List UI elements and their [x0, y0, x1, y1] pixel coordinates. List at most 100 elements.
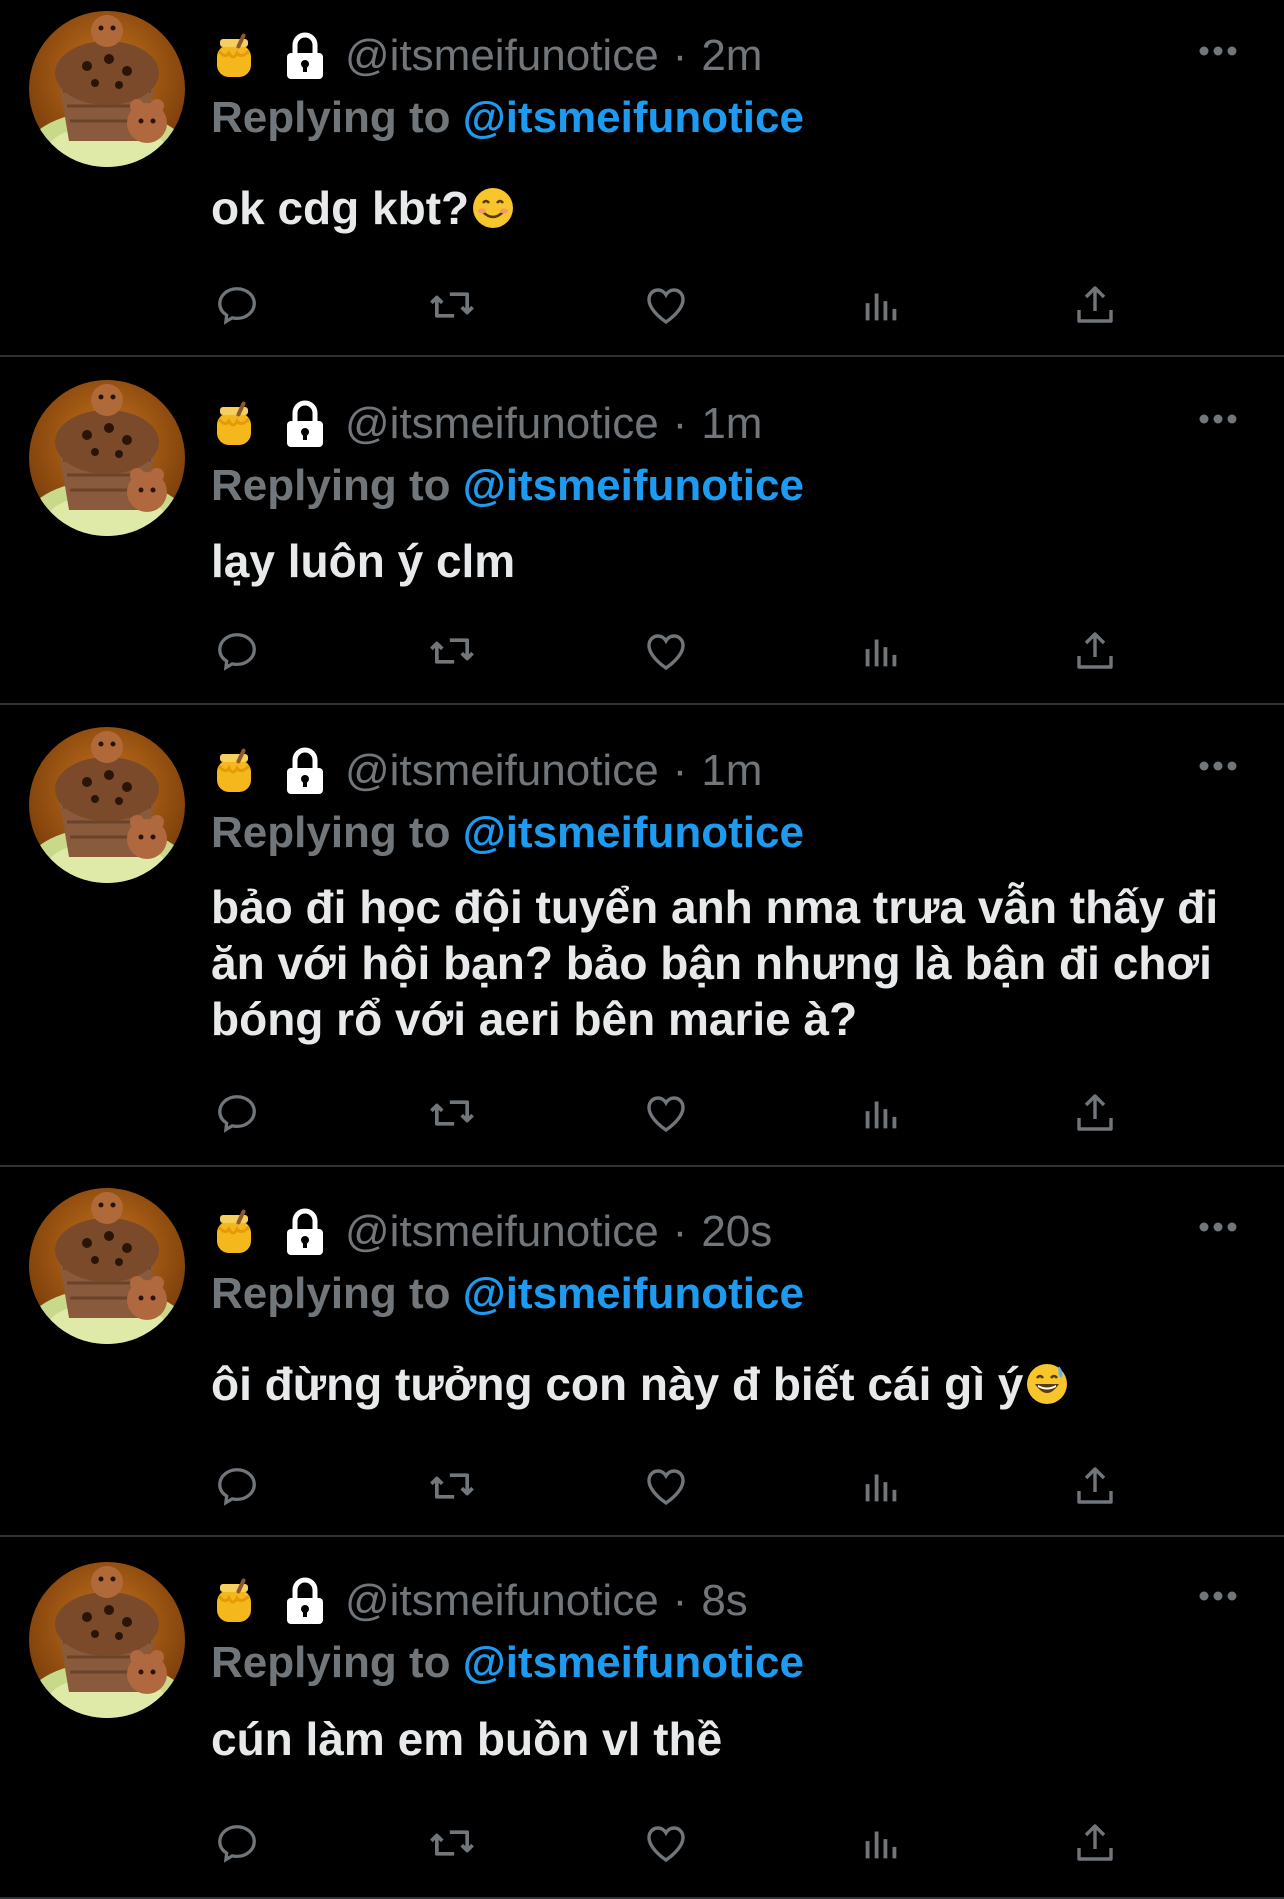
reply-mention[interactable]: @itsmeifunotice	[463, 93, 804, 142]
retweet-button[interactable]	[426, 279, 478, 331]
lock-icon	[283, 31, 327, 81]
tweet-header: @itsmeifunotice · 1m	[211, 394, 762, 454]
share-button[interactable]	[1069, 1460, 1121, 1512]
timestamp[interactable]: 20s	[701, 1207, 772, 1257]
tweet-text: ôi đừng tưởng con này đ biết cái gì ý	[211, 1356, 1221, 1412]
replying-to: Replying to @itsmeifunotice	[211, 461, 804, 511]
reply-icon	[218, 1825, 256, 1863]
tweet-text-content: ôi đừng tưởng con này đ biết cái gì ý	[211, 1358, 1024, 1410]
analytics-button[interactable]	[855, 1087, 907, 1139]
user-handle[interactable]: @itsmeifunotice	[345, 1207, 659, 1257]
analytics-button[interactable]	[855, 625, 907, 677]
reply-button[interactable]	[211, 279, 263, 331]
share-button[interactable]	[1069, 625, 1121, 677]
lock-icon	[283, 1207, 327, 1257]
honey-pot-icon	[211, 1576, 257, 1626]
reply-icon	[218, 633, 256, 671]
retweet-button[interactable]	[426, 1087, 478, 1139]
reply-icon	[218, 1095, 256, 1133]
analytics-button[interactable]	[855, 279, 907, 331]
separator: ·	[672, 1576, 688, 1625]
lock-icon	[283, 399, 327, 449]
like-icon	[647, 634, 685, 671]
tweet-actions	[211, 1087, 1131, 1139]
honey-pot-icon	[211, 31, 257, 81]
share-icon	[1077, 1467, 1113, 1504]
retweet-icon	[430, 1830, 474, 1856]
share-button[interactable]	[1069, 1087, 1121, 1139]
reply-icon	[218, 287, 256, 325]
reply-mention[interactable]: @itsmeifunotice	[463, 1638, 804, 1687]
timestamp[interactable]: 2m	[701, 31, 762, 81]
tweet-header: @itsmeifunotice · 20s	[211, 1202, 772, 1262]
like-button[interactable]	[640, 1817, 692, 1869]
retweet-button[interactable]	[426, 1460, 478, 1512]
reply-mention[interactable]: @itsmeifunotice	[463, 1269, 804, 1318]
analytics-icon	[865, 293, 897, 321]
analytics-icon	[865, 639, 897, 667]
tweet-actions	[211, 279, 1131, 331]
lock-icon	[283, 1576, 327, 1626]
like-icon	[647, 1469, 685, 1506]
like-button[interactable]	[640, 1460, 692, 1512]
replying-label: Replying to	[211, 461, 451, 510]
avatar[interactable]	[29, 11, 185, 167]
user-handle[interactable]: @itsmeifunotice	[345, 399, 659, 449]
share-button[interactable]	[1069, 279, 1121, 331]
share-button[interactable]	[1069, 1817, 1121, 1869]
tweet[interactable]: @itsmeifunotice · 8s Replying to @itsmei…	[0, 1537, 1284, 1899]
tweet-text-content: lạy luôn ý clm	[211, 535, 516, 587]
reply-button[interactable]	[211, 1087, 263, 1139]
tweet-actions	[211, 1460, 1131, 1512]
honey-pot-icon	[211, 746, 257, 796]
tweet[interactable]: @itsmeifunotice · 2m Replying to @itsmei…	[0, 0, 1284, 357]
more-options-icon[interactable]	[1198, 44, 1238, 58]
tweet[interactable]: @itsmeifunotice · 1m Replying to @itsmei…	[0, 357, 1284, 705]
like-icon	[647, 1826, 685, 1863]
honey-pot-icon	[211, 1207, 257, 1257]
retweet-icon	[430, 638, 474, 664]
reply-mention[interactable]: @itsmeifunotice	[463, 461, 804, 510]
tweet-actions	[211, 625, 1131, 677]
user-handle[interactable]: @itsmeifunotice	[345, 746, 659, 796]
reply-button[interactable]	[211, 1817, 263, 1869]
reply-mention[interactable]: @itsmeifunotice	[463, 808, 804, 857]
like-button[interactable]	[640, 625, 692, 677]
tweet-text: bảo đi học đội tuyển anh nma trưa vẫn th…	[211, 879, 1221, 1047]
tweet[interactable]: @itsmeifunotice · 1m Replying to @itsmei…	[0, 705, 1284, 1167]
analytics-button[interactable]	[855, 1460, 907, 1512]
like-button[interactable]	[640, 279, 692, 331]
replying-to: Replying to @itsmeifunotice	[211, 1638, 804, 1688]
avatar[interactable]	[29, 1188, 185, 1344]
tweet-actions	[211, 1817, 1131, 1869]
timestamp[interactable]: 1m	[701, 746, 762, 796]
share-icon	[1077, 286, 1113, 323]
replying-label: Replying to	[211, 1638, 451, 1687]
analytics-icon	[865, 1831, 897, 1859]
avatar[interactable]	[29, 727, 185, 883]
user-handle[interactable]: @itsmeifunotice	[345, 1576, 659, 1626]
reply-button[interactable]	[211, 1460, 263, 1512]
more-options-icon[interactable]	[1198, 759, 1238, 773]
avatar[interactable]	[29, 1562, 185, 1718]
more-options-icon[interactable]	[1198, 1589, 1238, 1603]
analytics-button[interactable]	[855, 1817, 907, 1869]
tweet[interactable]: @itsmeifunotice · 20s Replying to @itsme…	[0, 1167, 1284, 1537]
tweet-header: @itsmeifunotice · 8s	[211, 1571, 748, 1631]
avatar[interactable]	[29, 380, 185, 536]
more-options-icon[interactable]	[1198, 412, 1238, 426]
retweet-icon	[430, 1473, 474, 1499]
like-button[interactable]	[640, 1087, 692, 1139]
user-handle[interactable]: @itsmeifunotice	[345, 31, 659, 81]
like-icon	[647, 1096, 685, 1133]
timestamp[interactable]: 8s	[701, 1576, 747, 1626]
reply-button[interactable]	[211, 625, 263, 677]
more-options-icon[interactable]	[1198, 1220, 1238, 1234]
separator: ·	[672, 746, 688, 795]
tweet-text: ok cdg kbt?	[211, 180, 1221, 236]
retweet-button[interactable]	[426, 1817, 478, 1869]
timestamp[interactable]: 1m	[701, 399, 762, 449]
tweet-text-content: cún làm em buồn vl thề	[211, 1713, 723, 1765]
retweet-button[interactable]	[426, 625, 478, 677]
replying-to: Replying to @itsmeifunotice	[211, 1269, 804, 1319]
